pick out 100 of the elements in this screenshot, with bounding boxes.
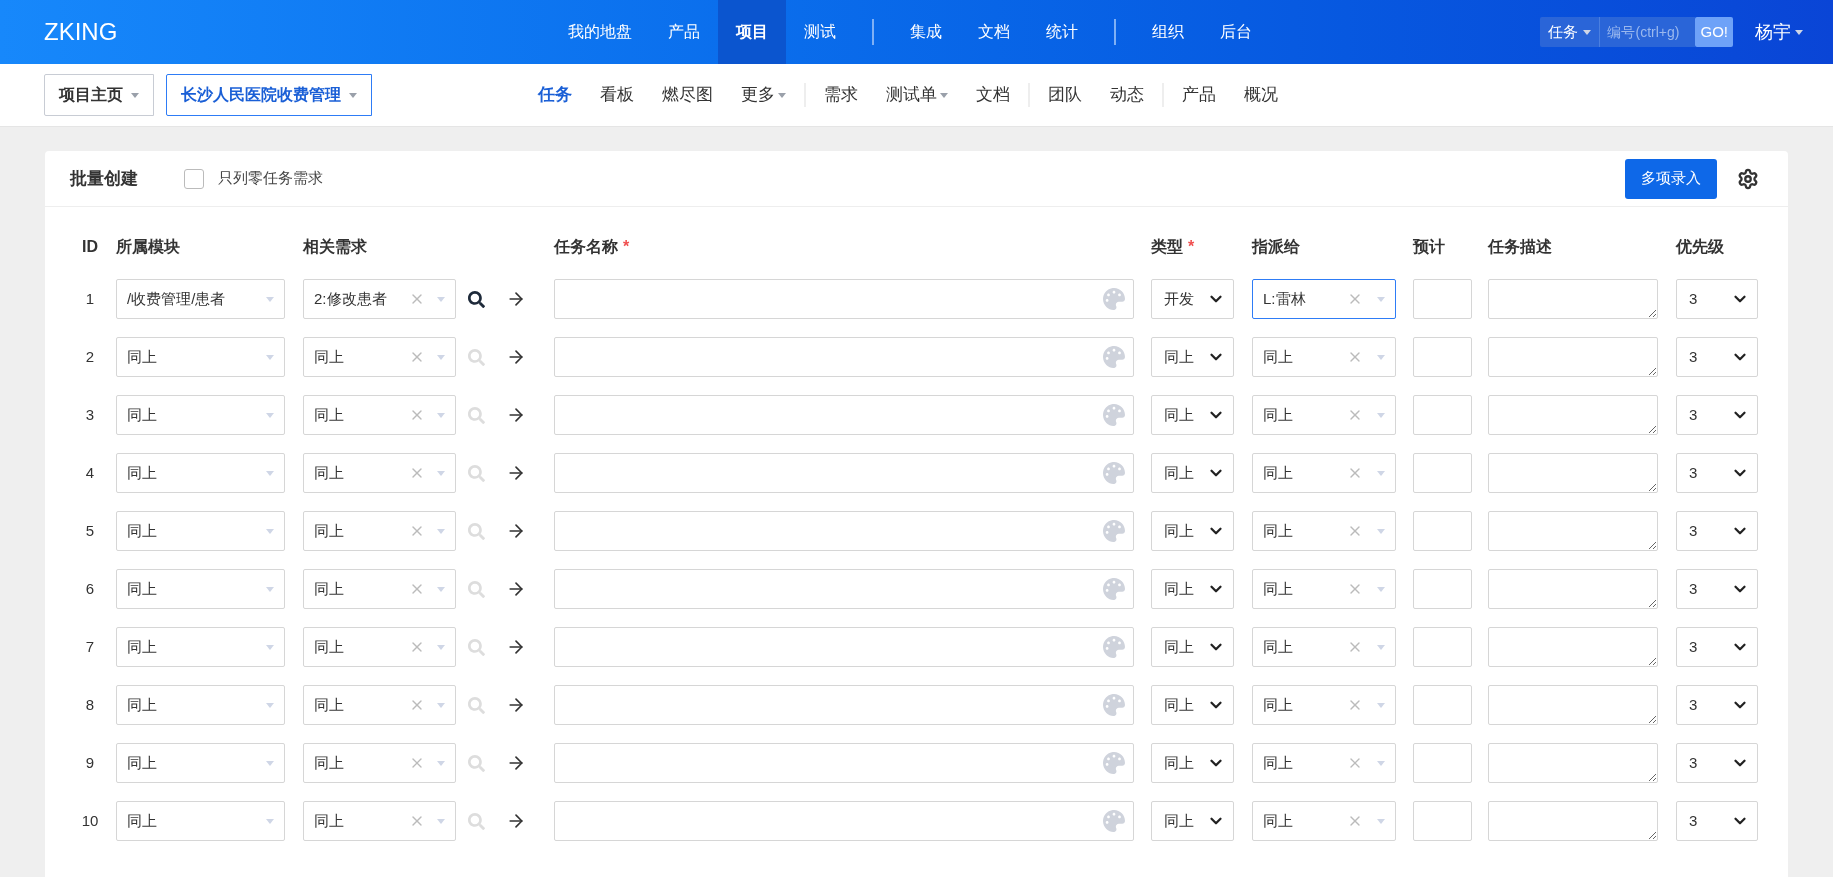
section-tab[interactable]: 产品 [1168,82,1230,108]
description-field[interactable] [1488,511,1658,551]
palette-icon[interactable] [1103,636,1125,658]
nav-tab[interactable]: 文档 [960,0,1028,64]
story-dropdown[interactable]: 同上 [303,453,456,493]
palette-icon[interactable] [1103,752,1125,774]
task-name-field[interactable] [554,395,1134,435]
nav-tab[interactable]: 测试 [786,0,854,64]
section-tab[interactable]: 任务 [524,82,586,108]
description-field[interactable] [1488,395,1658,435]
type-select[interactable]: 开发 [1151,279,1234,319]
search-field[interactable]: 编号(ctrl+g) [1600,17,1696,47]
module-dropdown[interactable]: 同上 [116,743,285,783]
assignee-dropdown[interactable]: 同上 [1252,801,1396,841]
task-name-field[interactable] [554,511,1134,551]
description-field[interactable] [1488,453,1658,493]
story-dropdown[interactable]: 同上 [303,337,456,377]
description-field[interactable] [1488,743,1658,783]
task-name-field[interactable] [554,685,1134,725]
description-field[interactable] [1488,627,1658,667]
section-tab[interactable]: 团队 [1034,82,1096,108]
priority-select[interactable]: 3 [1676,453,1758,493]
story-dropdown[interactable]: 2:修改患者 [303,279,456,319]
estimate-field[interactable] [1413,279,1472,319]
priority-select[interactable]: 3 [1676,685,1758,725]
assignee-dropdown[interactable]: 同上 [1252,453,1396,493]
nav-tab[interactable]: 组织 [1134,0,1202,64]
estimate-field[interactable] [1413,685,1472,725]
section-tab[interactable]: 文档 [962,82,1024,108]
type-select[interactable]: 同上 [1151,627,1234,667]
section-tab[interactable]: 更多 [727,82,800,108]
type-select[interactable]: 同上 [1151,337,1234,377]
palette-icon[interactable] [1103,404,1125,426]
section-tab[interactable]: 动态 [1096,82,1158,108]
task-name-field[interactable] [554,337,1134,377]
task-name-field[interactable] [554,743,1134,783]
estimate-field[interactable] [1413,801,1472,841]
palette-icon[interactable] [1103,346,1125,368]
story-dropdown[interactable]: 同上 [303,743,456,783]
module-dropdown[interactable]: 同上 [116,569,285,609]
estimate-field[interactable] [1413,569,1472,609]
priority-select[interactable]: 3 [1676,511,1758,551]
settings-icon[interactable] [1737,167,1759,190]
nav-tab[interactable]: 项目 [718,0,786,64]
type-select[interactable]: 同上 [1151,685,1234,725]
palette-icon[interactable] [1103,578,1125,600]
description-field[interactable] [1488,337,1658,377]
priority-select[interactable]: 3 [1676,337,1758,377]
palette-icon[interactable] [1103,694,1125,716]
search-type-dropdown[interactable]: 任务 [1540,17,1601,47]
section-tab[interactable]: 测试单 [872,82,962,108]
palette-icon[interactable] [1103,810,1125,832]
section-tab[interactable]: 燃尽图 [648,82,727,108]
priority-select[interactable]: 3 [1676,801,1758,841]
section-tab[interactable]: 概况 [1230,82,1292,108]
assignee-dropdown[interactable]: 同上 [1252,627,1396,667]
assignee-dropdown[interactable]: L:雷林 [1252,279,1396,319]
priority-select[interactable]: 3 [1676,395,1758,435]
estimate-field[interactable] [1413,337,1472,377]
module-dropdown[interactable]: /收费管理/患者 [116,279,285,319]
palette-icon[interactable] [1103,288,1125,310]
story-dropdown[interactable]: 同上 [303,395,456,435]
task-name-field[interactable] [554,627,1134,667]
task-name-field[interactable] [554,453,1134,493]
section-tab[interactable]: 看板 [586,82,648,108]
task-name-field[interactable] [554,569,1134,609]
type-select[interactable]: 同上 [1151,511,1234,551]
description-field[interactable] [1488,279,1658,319]
story-dropdown[interactable]: 同上 [303,801,456,841]
description-field[interactable] [1488,801,1658,841]
story-dropdown[interactable]: 同上 [303,569,456,609]
module-dropdown[interactable]: 同上 [116,453,285,493]
assignee-dropdown[interactable]: 同上 [1252,685,1396,725]
breadcrumb-item[interactable]: 项目主页 [44,74,154,116]
section-tab[interactable]: 需求 [810,82,872,108]
story-dropdown[interactable]: 同上 [303,685,456,725]
type-select[interactable]: 同上 [1151,801,1234,841]
priority-select[interactable]: 3 [1676,569,1758,609]
assignee-dropdown[interactable]: 同上 [1252,743,1396,783]
priority-select[interactable]: 3 [1676,743,1758,783]
search-icon[interactable] [467,290,485,308]
module-dropdown[interactable]: 同上 [116,801,285,841]
type-select[interactable]: 同上 [1151,453,1234,493]
nav-tab[interactable]: 集成 [892,0,960,64]
user-menu[interactable]: 杨宇 [1755,18,1803,46]
module-dropdown[interactable]: 同上 [116,511,285,551]
palette-icon[interactable] [1103,520,1125,542]
assignee-dropdown[interactable]: 同上 [1252,337,1396,377]
assignee-dropdown[interactable]: 同上 [1252,395,1396,435]
batch-input-button[interactable]: 多项录入 [1625,158,1717,199]
type-select[interactable]: 同上 [1151,743,1234,783]
module-dropdown[interactable]: 同上 [116,337,285,377]
story-dropdown[interactable]: 同上 [303,511,456,551]
task-name-field[interactable] [554,801,1134,841]
module-dropdown[interactable]: 同上 [116,395,285,435]
module-dropdown[interactable]: 同上 [116,627,285,667]
breadcrumb-item[interactable]: 长沙人民医院收费管理 [166,74,372,116]
nav-tab[interactable]: 我的地盘 [550,0,650,64]
description-field[interactable] [1488,685,1658,725]
palette-icon[interactable] [1103,462,1125,484]
